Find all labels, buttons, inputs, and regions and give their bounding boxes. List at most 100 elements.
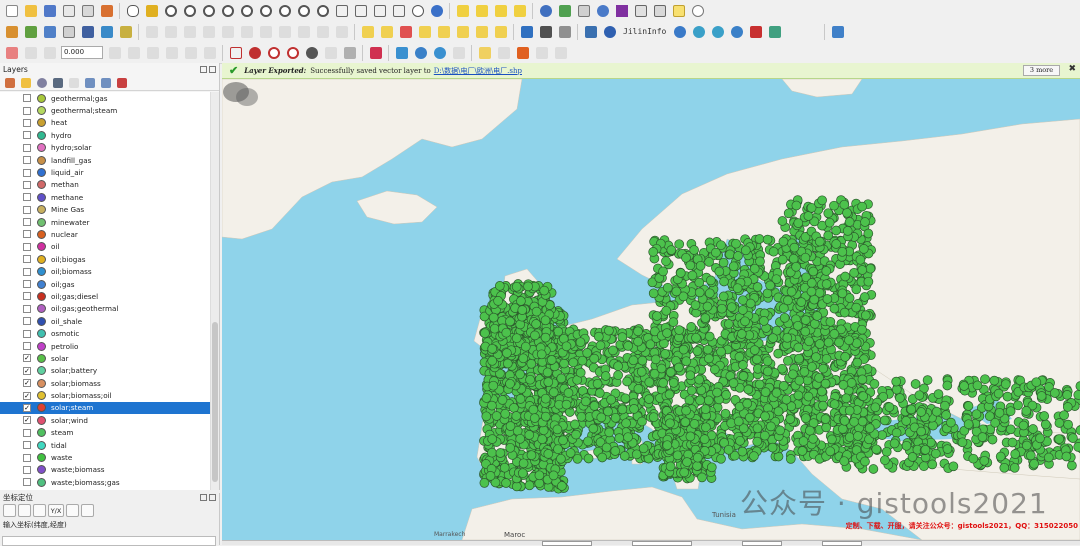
route-icon[interactable] <box>514 44 531 61</box>
layer-item[interactable]: oil;gas;geothermal <box>0 303 211 315</box>
status-scale-field[interactable] <box>632 541 692 546</box>
basemap-b-icon[interactable] <box>709 23 726 40</box>
layer-visibility-checkbox[interactable]: ✓ <box>23 392 31 400</box>
copy-coord-icon[interactable] <box>18 504 31 517</box>
pen-icon[interactable] <box>495 44 512 61</box>
grid-icon[interactable] <box>367 44 384 61</box>
locate-icon[interactable] <box>3 504 16 517</box>
layer-item[interactable]: liquid_air <box>0 166 211 178</box>
statistics-sigma-icon[interactable] <box>613 2 630 19</box>
rotate-icon[interactable] <box>41 44 58 61</box>
print-layout-icon[interactable] <box>60 2 77 19</box>
measure-icon[interactable] <box>651 2 668 19</box>
layer-visibility-checkbox[interactable] <box>23 305 31 313</box>
label-tool-icon[interactable] <box>359 23 376 40</box>
layer-item[interactable]: geothermal;steam <box>0 104 211 116</box>
map-tips-icon[interactable] <box>670 2 687 19</box>
layer-item[interactable]: oil;biogas <box>0 253 211 265</box>
layer-item[interactable]: waste <box>0 451 211 463</box>
show-bookmarks-icon[interactable] <box>390 2 407 19</box>
layer-item[interactable]: ✓solar;biomass <box>0 377 211 389</box>
manage-themes-icon[interactable] <box>35 76 49 90</box>
label-highlight-icon[interactable] <box>397 23 414 40</box>
layer-item[interactable]: waste;biomass <box>0 464 211 476</box>
current-edits-icon[interactable] <box>143 23 160 40</box>
layer-visibility-checkbox[interactable]: ✓ <box>23 354 31 362</box>
toolbox-icon[interactable] <box>556 2 573 19</box>
jilininfo-plugin-label[interactable]: JilinInfo <box>623 27 666 36</box>
collapse-all-icon[interactable] <box>99 76 113 90</box>
pan-icon[interactable] <box>124 2 141 19</box>
layer-visibility-checkbox[interactable]: ✓ <box>23 367 31 375</box>
layer-visibility-checkbox[interactable] <box>23 144 31 152</box>
zoom-native-icon[interactable] <box>276 2 293 19</box>
label-move-icon[interactable] <box>416 23 433 40</box>
chat-icon[interactable] <box>601 23 618 40</box>
open-project-icon[interactable] <box>22 2 39 19</box>
filter-expression-icon[interactable] <box>67 76 81 90</box>
close-coord-icon[interactable] <box>209 494 216 501</box>
status-rotation-field[interactable] <box>822 541 862 546</box>
add-group-icon[interactable] <box>19 76 33 90</box>
select-by-value-icon[interactable] <box>511 2 528 19</box>
new-layer-icon[interactable] <box>117 23 134 40</box>
refresh-icon[interactable] <box>428 2 445 19</box>
gear-icon[interactable] <box>412 44 429 61</box>
plugin-b-icon[interactable] <box>537 23 554 40</box>
temporal-icon[interactable] <box>409 2 426 19</box>
style-manager-icon[interactable] <box>98 2 115 19</box>
reshape-icon[interactable] <box>125 44 142 61</box>
layer-visibility-checkbox[interactable] <box>23 454 31 462</box>
layer-item[interactable]: oil <box>0 241 211 253</box>
close-panel-icon[interactable] <box>209 66 216 73</box>
chart-plugin-icon[interactable] <box>747 23 764 40</box>
split-icon[interactable] <box>144 44 161 61</box>
layer-visibility-checkbox[interactable] <box>23 119 31 127</box>
osm-plugin-icon[interactable] <box>671 23 688 40</box>
advanced-digitize-icon[interactable] <box>3 44 20 61</box>
new-project-icon[interactable] <box>3 2 20 19</box>
more-messages-button[interactable]: 3 more <box>1023 65 1060 76</box>
add-feature-icon[interactable] <box>200 23 217 40</box>
text-tool-icon[interactable] <box>182 44 199 61</box>
add-wms-icon[interactable] <box>98 23 115 40</box>
deselect-icon[interactable] <box>492 2 509 19</box>
layer-visibility-checkbox[interactable]: ✓ <box>23 379 31 387</box>
add-delimited-text-icon[interactable] <box>60 23 77 40</box>
identify-icon[interactable] <box>454 2 471 19</box>
zoom-to-feature-icon[interactable] <box>227 44 244 61</box>
layer-visibility-checkbox[interactable]: ✓ <box>23 416 31 424</box>
measure-line-icon[interactable] <box>533 44 550 61</box>
zoom-next-icon[interactable] <box>314 2 331 19</box>
layer-item[interactable]: ✓solar;battery <box>0 365 211 377</box>
label-diagram-icon[interactable] <box>492 23 509 40</box>
basemap-c-icon[interactable] <box>728 23 745 40</box>
new-3d-view-icon[interactable] <box>352 2 369 19</box>
compass-icon[interactable] <box>552 44 569 61</box>
satellite-icon[interactable] <box>829 23 846 40</box>
merge-icon[interactable] <box>163 44 180 61</box>
layer-item[interactable]: oil_shale <box>0 315 211 327</box>
layout-manager-icon[interactable] <box>79 2 96 19</box>
yx-toggle[interactable]: Y/X <box>48 504 64 517</box>
layer-visibility-checkbox[interactable] <box>23 230 31 238</box>
layer-visibility-checkbox[interactable] <box>23 206 31 214</box>
expand-all-icon[interactable] <box>83 76 97 90</box>
layer-item[interactable]: osmotic <box>0 327 211 339</box>
close-message-icon[interactable]: ✖ <box>1068 64 1076 74</box>
save-project-icon[interactable] <box>41 2 58 19</box>
add-postgis-icon[interactable] <box>79 23 96 40</box>
layer-item[interactable]: heat <box>0 117 211 129</box>
cut-features-icon[interactable] <box>257 23 274 40</box>
layer-visibility-checkbox[interactable] <box>23 255 31 263</box>
offset-curve-icon[interactable] <box>106 44 123 61</box>
hand-tool-icon[interactable] <box>322 44 339 61</box>
attribute-table-icon[interactable] <box>632 2 649 19</box>
layer-visibility-checkbox[interactable] <box>23 441 31 449</box>
status-magnifier-field[interactable] <box>742 541 782 546</box>
field-calc-icon[interactable] <box>575 2 592 19</box>
fullscreen-icon[interactable] <box>450 44 467 61</box>
select-features-icon[interactable] <box>473 2 490 19</box>
zoom-rubber-icon[interactable] <box>200 2 217 19</box>
label-change-icon[interactable] <box>454 23 471 40</box>
